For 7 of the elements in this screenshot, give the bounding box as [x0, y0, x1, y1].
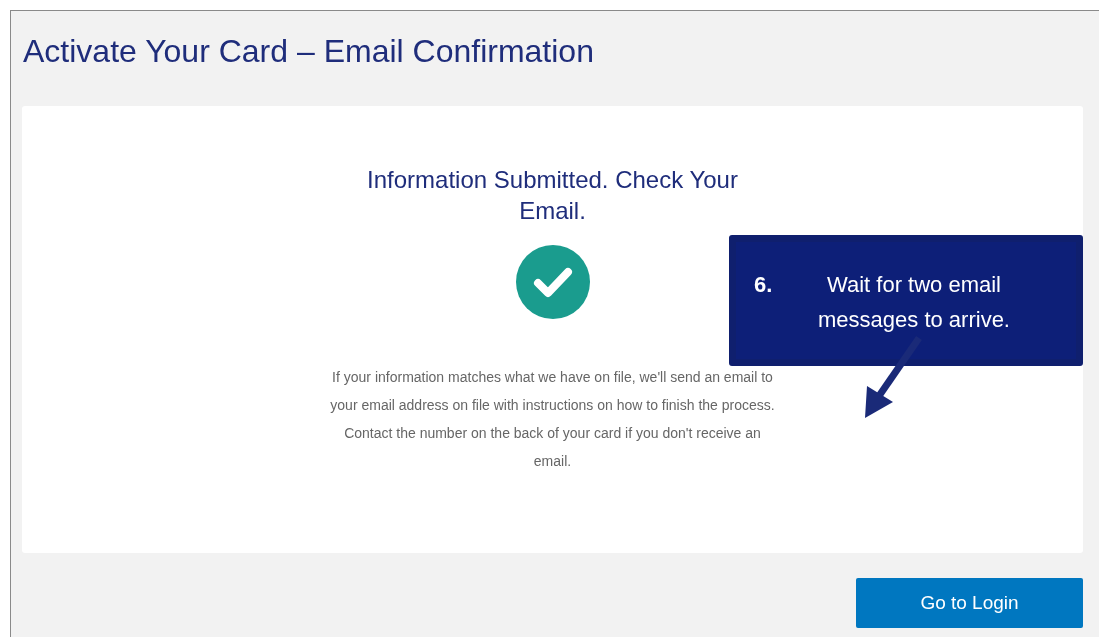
confirmation-heading: Information Submitted. Check Your Email. — [366, 165, 739, 226]
go-to-login-button[interactable]: Go to Login — [856, 578, 1083, 628]
callout-text: Wait for two email messages to arrive. — [817, 271, 1011, 334]
page-title: Activate Your Card – Email Confirmation — [23, 32, 594, 71]
confirmation-message: If your information matches what we have on file, we'll send an email to your email address on file with instructions on how to finish the process. Contact the number on the back of your card if you don't receive an email. — [329, 368, 776, 471]
check-circle-icon — [515, 245, 590, 319]
step-number: 6. — [754, 271, 774, 299]
